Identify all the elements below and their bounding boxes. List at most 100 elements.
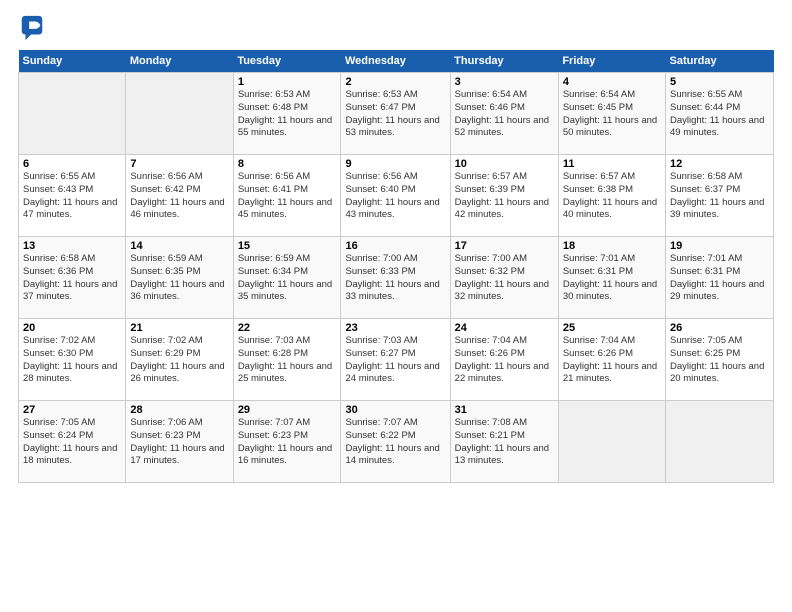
day-info: Sunrise: 7:05 AM Sunset: 6:25 PM Dayligh… bbox=[670, 335, 769, 386]
day-cell: 18Sunrise: 7:01 AM Sunset: 6:31 PM Dayli… bbox=[558, 237, 665, 319]
day-number: 5 bbox=[670, 76, 769, 88]
day-number: 2 bbox=[345, 76, 445, 88]
day-number: 4 bbox=[563, 76, 661, 88]
weekday-header-saturday: Saturday bbox=[666, 50, 774, 73]
day-number: 23 bbox=[345, 322, 445, 334]
day-cell: 26Sunrise: 7:05 AM Sunset: 6:25 PM Dayli… bbox=[666, 319, 774, 401]
day-number: 28 bbox=[130, 404, 228, 416]
day-info: Sunrise: 6:58 AM Sunset: 6:37 PM Dayligh… bbox=[670, 171, 769, 222]
day-info: Sunrise: 6:53 AM Sunset: 6:47 PM Dayligh… bbox=[345, 89, 445, 140]
day-number: 11 bbox=[563, 158, 661, 170]
day-number: 17 bbox=[455, 240, 554, 252]
weekday-header-row: SundayMondayTuesdayWednesdayThursdayFrid… bbox=[19, 50, 774, 73]
day-info: Sunrise: 6:57 AM Sunset: 6:38 PM Dayligh… bbox=[563, 171, 661, 222]
calendar-header: SundayMondayTuesdayWednesdayThursdayFrid… bbox=[19, 50, 774, 73]
weekday-header-thursday: Thursday bbox=[450, 50, 558, 73]
day-info: Sunrise: 7:07 AM Sunset: 6:22 PM Dayligh… bbox=[345, 417, 445, 468]
day-cell: 28Sunrise: 7:06 AM Sunset: 6:23 PM Dayli… bbox=[126, 401, 233, 483]
day-cell: 7Sunrise: 6:56 AM Sunset: 6:42 PM Daylig… bbox=[126, 155, 233, 237]
logo bbox=[18, 14, 50, 42]
day-info: Sunrise: 6:56 AM Sunset: 6:41 PM Dayligh… bbox=[238, 171, 337, 222]
day-number: 1 bbox=[238, 76, 337, 88]
weekday-header-sunday: Sunday bbox=[19, 50, 126, 73]
week-row-4: 20Sunrise: 7:02 AM Sunset: 6:30 PM Dayli… bbox=[19, 319, 774, 401]
day-cell: 13Sunrise: 6:58 AM Sunset: 6:36 PM Dayli… bbox=[19, 237, 126, 319]
day-number: 6 bbox=[23, 158, 121, 170]
day-info: Sunrise: 7:02 AM Sunset: 6:30 PM Dayligh… bbox=[23, 335, 121, 386]
weekday-header-monday: Monday bbox=[126, 50, 233, 73]
day-cell bbox=[126, 73, 233, 155]
day-info: Sunrise: 6:57 AM Sunset: 6:39 PM Dayligh… bbox=[455, 171, 554, 222]
day-info: Sunrise: 7:08 AM Sunset: 6:21 PM Dayligh… bbox=[455, 417, 554, 468]
day-cell: 15Sunrise: 6:59 AM Sunset: 6:34 PM Dayli… bbox=[233, 237, 341, 319]
day-cell: 8Sunrise: 6:56 AM Sunset: 6:41 PM Daylig… bbox=[233, 155, 341, 237]
day-info: Sunrise: 6:54 AM Sunset: 6:45 PM Dayligh… bbox=[563, 89, 661, 140]
day-cell: 17Sunrise: 7:00 AM Sunset: 6:32 PM Dayli… bbox=[450, 237, 558, 319]
day-number: 12 bbox=[670, 158, 769, 170]
day-number: 19 bbox=[670, 240, 769, 252]
day-number: 29 bbox=[238, 404, 337, 416]
day-cell: 10Sunrise: 6:57 AM Sunset: 6:39 PM Dayli… bbox=[450, 155, 558, 237]
day-number: 22 bbox=[238, 322, 337, 334]
week-row-5: 27Sunrise: 7:05 AM Sunset: 6:24 PM Dayli… bbox=[19, 401, 774, 483]
day-number: 9 bbox=[345, 158, 445, 170]
day-cell: 11Sunrise: 6:57 AM Sunset: 6:38 PM Dayli… bbox=[558, 155, 665, 237]
day-cell: 4Sunrise: 6:54 AM Sunset: 6:45 PM Daylig… bbox=[558, 73, 665, 155]
day-cell: 21Sunrise: 7:02 AM Sunset: 6:29 PM Dayli… bbox=[126, 319, 233, 401]
day-cell: 16Sunrise: 7:00 AM Sunset: 6:33 PM Dayli… bbox=[341, 237, 450, 319]
day-info: Sunrise: 6:59 AM Sunset: 6:34 PM Dayligh… bbox=[238, 253, 337, 304]
day-number: 27 bbox=[23, 404, 121, 416]
weekday-header-friday: Friday bbox=[558, 50, 665, 73]
day-number: 15 bbox=[238, 240, 337, 252]
day-info: Sunrise: 7:03 AM Sunset: 6:27 PM Dayligh… bbox=[345, 335, 445, 386]
day-info: Sunrise: 6:58 AM Sunset: 6:36 PM Dayligh… bbox=[23, 253, 121, 304]
day-info: Sunrise: 6:55 AM Sunset: 6:43 PM Dayligh… bbox=[23, 171, 121, 222]
day-number: 13 bbox=[23, 240, 121, 252]
calendar-table: SundayMondayTuesdayWednesdayThursdayFrid… bbox=[18, 50, 774, 483]
day-cell: 6Sunrise: 6:55 AM Sunset: 6:43 PM Daylig… bbox=[19, 155, 126, 237]
day-info: Sunrise: 7:03 AM Sunset: 6:28 PM Dayligh… bbox=[238, 335, 337, 386]
week-row-1: 1Sunrise: 6:53 AM Sunset: 6:48 PM Daylig… bbox=[19, 73, 774, 155]
day-info: Sunrise: 6:53 AM Sunset: 6:48 PM Dayligh… bbox=[238, 89, 337, 140]
day-number: 3 bbox=[455, 76, 554, 88]
day-number: 24 bbox=[455, 322, 554, 334]
day-cell: 2Sunrise: 6:53 AM Sunset: 6:47 PM Daylig… bbox=[341, 73, 450, 155]
day-number: 26 bbox=[670, 322, 769, 334]
day-cell: 27Sunrise: 7:05 AM Sunset: 6:24 PM Dayli… bbox=[19, 401, 126, 483]
day-cell: 31Sunrise: 7:08 AM Sunset: 6:21 PM Dayli… bbox=[450, 401, 558, 483]
day-cell: 22Sunrise: 7:03 AM Sunset: 6:28 PM Dayli… bbox=[233, 319, 341, 401]
day-number: 30 bbox=[345, 404, 445, 416]
day-number: 8 bbox=[238, 158, 337, 170]
day-cell: 12Sunrise: 6:58 AM Sunset: 6:37 PM Dayli… bbox=[666, 155, 774, 237]
day-info: Sunrise: 7:00 AM Sunset: 6:33 PM Dayligh… bbox=[345, 253, 445, 304]
day-info: Sunrise: 7:06 AM Sunset: 6:23 PM Dayligh… bbox=[130, 417, 228, 468]
day-cell: 25Sunrise: 7:04 AM Sunset: 6:26 PM Dayli… bbox=[558, 319, 665, 401]
day-number: 7 bbox=[130, 158, 228, 170]
day-cell: 14Sunrise: 6:59 AM Sunset: 6:35 PM Dayli… bbox=[126, 237, 233, 319]
weekday-header-tuesday: Tuesday bbox=[233, 50, 341, 73]
day-cell: 30Sunrise: 7:07 AM Sunset: 6:22 PM Dayli… bbox=[341, 401, 450, 483]
day-cell: 20Sunrise: 7:02 AM Sunset: 6:30 PM Dayli… bbox=[19, 319, 126, 401]
day-number: 14 bbox=[130, 240, 228, 252]
day-number: 21 bbox=[130, 322, 228, 334]
day-number: 31 bbox=[455, 404, 554, 416]
day-info: Sunrise: 6:55 AM Sunset: 6:44 PM Dayligh… bbox=[670, 89, 769, 140]
day-info: Sunrise: 6:56 AM Sunset: 6:42 PM Dayligh… bbox=[130, 171, 228, 222]
day-cell: 5Sunrise: 6:55 AM Sunset: 6:44 PM Daylig… bbox=[666, 73, 774, 155]
header bbox=[18, 14, 774, 42]
day-cell bbox=[19, 73, 126, 155]
day-info: Sunrise: 7:00 AM Sunset: 6:32 PM Dayligh… bbox=[455, 253, 554, 304]
week-row-3: 13Sunrise: 6:58 AM Sunset: 6:36 PM Dayli… bbox=[19, 237, 774, 319]
logo-icon bbox=[18, 14, 46, 42]
day-cell: 29Sunrise: 7:07 AM Sunset: 6:23 PM Dayli… bbox=[233, 401, 341, 483]
day-cell bbox=[558, 401, 665, 483]
day-number: 18 bbox=[563, 240, 661, 252]
weekday-header-wednesday: Wednesday bbox=[341, 50, 450, 73]
day-info: Sunrise: 6:54 AM Sunset: 6:46 PM Dayligh… bbox=[455, 89, 554, 140]
day-info: Sunrise: 7:07 AM Sunset: 6:23 PM Dayligh… bbox=[238, 417, 337, 468]
day-info: Sunrise: 6:59 AM Sunset: 6:35 PM Dayligh… bbox=[130, 253, 228, 304]
day-info: Sunrise: 7:04 AM Sunset: 6:26 PM Dayligh… bbox=[563, 335, 661, 386]
day-cell: 3Sunrise: 6:54 AM Sunset: 6:46 PM Daylig… bbox=[450, 73, 558, 155]
day-info: Sunrise: 6:56 AM Sunset: 6:40 PM Dayligh… bbox=[345, 171, 445, 222]
day-info: Sunrise: 7:01 AM Sunset: 6:31 PM Dayligh… bbox=[670, 253, 769, 304]
